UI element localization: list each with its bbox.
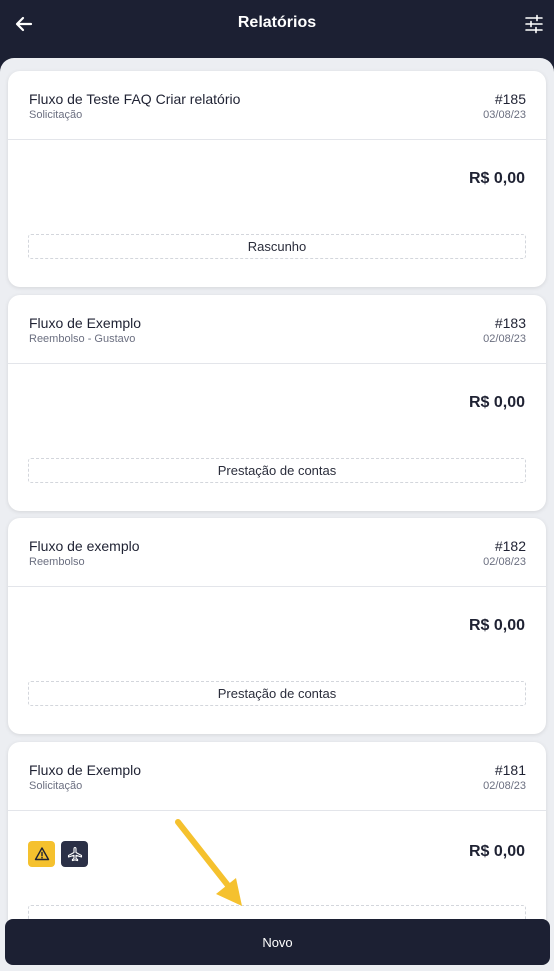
- report-card-header: Fluxo de exemplo Reembolso #182 02/08/23: [8, 518, 546, 587]
- airplane-icon: [67, 846, 82, 862]
- report-type: Solicitação: [29, 780, 83, 792]
- report-card-header: Fluxo de Teste FAQ Criar relatório Solic…: [8, 71, 546, 140]
- report-date: 02/08/23: [483, 780, 526, 792]
- report-card[interactable]: Fluxo de exemplo Reembolso #182 02/08/23…: [8, 518, 546, 734]
- report-type: Reembolso: [29, 556, 85, 568]
- report-date: 02/08/23: [483, 556, 526, 568]
- report-badges: [28, 841, 88, 867]
- status-badge: Prestação de contas: [28, 458, 526, 483]
- report-card[interactable]: Fluxo de Teste FAQ Criar relatório Solic…: [8, 71, 546, 287]
- report-amount: R$ 0,00: [468, 843, 525, 860]
- travel-badge[interactable]: [61, 841, 88, 867]
- page-title: Relatórios: [237, 14, 317, 31]
- report-card-header: Fluxo de Exemplo Solicitação #181 02/08/…: [8, 742, 546, 811]
- report-name: Fluxo de exemplo: [29, 538, 140, 554]
- report-card[interactable]: Fluxo de Exemplo Reembolso - Gustavo #18…: [8, 295, 546, 511]
- report-name: Fluxo de Exemplo: [29, 762, 142, 778]
- report-number: #181: [494, 762, 526, 778]
- report-card-header: Fluxo de Exemplo Reembolso - Gustavo #18…: [8, 295, 546, 364]
- new-report-button[interactable]: Novo: [5, 919, 550, 965]
- report-amount: R$ 0,00: [468, 394, 525, 411]
- report-date: 02/08/23: [483, 333, 526, 345]
- report-amount: R$ 0,00: [468, 617, 525, 634]
- sliders-icon: [525, 14, 543, 34]
- report-name: Fluxo de Teste FAQ Criar relatório: [29, 91, 241, 107]
- warning-icon: [34, 847, 49, 861]
- card-divider: [8, 586, 546, 587]
- report-number: #183: [494, 315, 526, 331]
- card-divider: [8, 810, 546, 811]
- report-amount: R$ 0,00: [468, 170, 525, 187]
- report-name: Fluxo de Exemplo: [29, 315, 142, 331]
- report-date: 03/08/23: [483, 109, 526, 121]
- card-divider: [8, 139, 546, 140]
- report-number: #182: [494, 538, 526, 554]
- status-badge: Rascunho: [28, 234, 526, 259]
- filter-button[interactable]: [522, 12, 546, 36]
- card-divider: [8, 363, 546, 364]
- warning-badge[interactable]: [28, 841, 55, 867]
- report-type: Reembolso - Gustavo: [29, 333, 136, 345]
- app-header: Relatórios: [0, 0, 554, 58]
- report-number: #185: [494, 91, 526, 107]
- status-badge: Prestação de contas: [28, 681, 526, 706]
- report-type: Solicitação: [29, 109, 83, 121]
- report-list: Fluxo de Teste FAQ Criar relatório Solic…: [0, 58, 554, 971]
